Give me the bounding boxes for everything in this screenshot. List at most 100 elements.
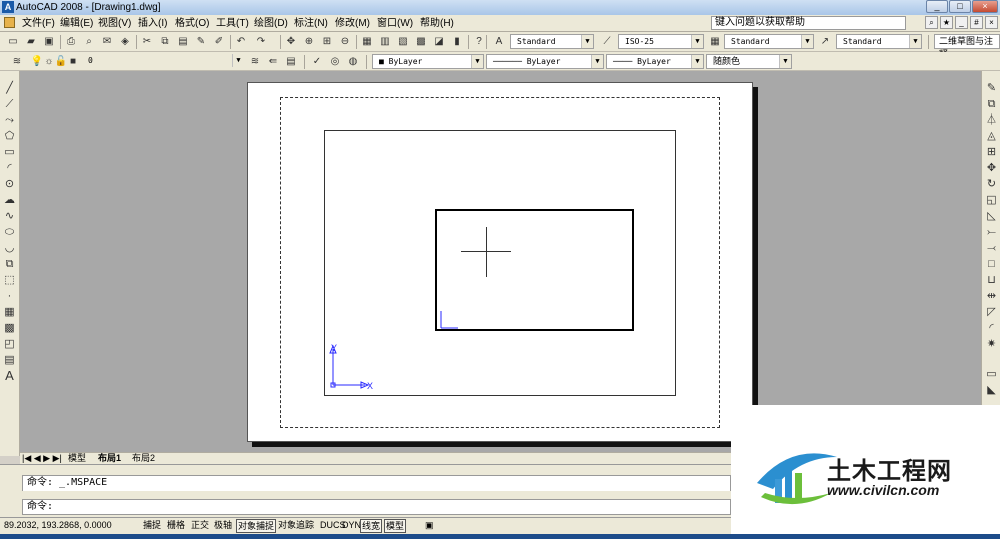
minimize-button[interactable]: _ (926, 0, 948, 13)
plot-icon[interactable]: ⎙ (64, 35, 78, 48)
tab-layout2[interactable]: 布局2 (132, 453, 155, 464)
open-file-icon[interactable]: ▰ (24, 35, 38, 48)
offset-icon[interactable]: ◬ (984, 129, 999, 143)
layer-isolate-icon[interactable]: ◎ (328, 55, 342, 68)
revision-cloud-icon[interactable]: ☁ (2, 193, 17, 207)
maximize-button[interactable]: □ (949, 0, 971, 13)
viewport-icon[interactable]: ▭ (984, 367, 999, 381)
undo-icon[interactable]: ↶ (234, 35, 248, 48)
lineweight-select[interactable]: ──── ByLayer ▼ (606, 54, 704, 69)
help-icon[interactable]: ? (472, 35, 486, 48)
tool-palettes-icon[interactable]: ▧ (396, 35, 410, 48)
zoom-previous-icon[interactable]: ⊖ (338, 35, 352, 48)
dim-style-select[interactable]: ISO-25 ▼ (618, 34, 704, 49)
match-properties-icon[interactable]: ✎ (194, 35, 208, 48)
block-editor-icon[interactable]: ✐ (212, 35, 226, 48)
multiline-text-icon[interactable]: A (2, 369, 17, 383)
menu-insert[interactable]: 插入(I) (138, 17, 167, 30)
mdi-close-button[interactable]: × (985, 16, 998, 29)
ortho-toggle[interactable]: 正交 (190, 519, 210, 533)
text-style-select[interactable]: Standard ▼ (510, 34, 594, 49)
otrack-toggle[interactable]: 对象追踪 (277, 519, 315, 533)
layer-manager-icon[interactable]: ≋ (10, 55, 24, 68)
zoom-realtime-icon[interactable]: ⊕ (302, 35, 316, 48)
color-select[interactable]: ■ ByLayer ▼ (372, 54, 484, 69)
array-icon[interactable]: ⊞ (984, 145, 999, 159)
menu-file[interactable]: 文件(F) (22, 17, 55, 30)
copy-icon[interactable]: ⧉ (158, 35, 172, 48)
hatch-icon[interactable]: ▦ (2, 305, 17, 319)
polyline-icon[interactable]: ⤳ (2, 113, 17, 127)
3d-dwf-icon[interactable]: ◈ (118, 35, 132, 48)
command-input[interactable]: 命令: (22, 499, 731, 515)
match-layer-icon[interactable]: ✓ (310, 55, 324, 68)
paste-icon[interactable]: ▤ (176, 35, 190, 48)
drawing-area[interactable]: Y X (20, 71, 981, 452)
zoom-window-icon[interactable]: ⊞ (320, 35, 334, 48)
menu-modify[interactable]: 修改(M) (335, 17, 370, 30)
scale-icon[interactable]: ◱ (984, 193, 999, 207)
gradient-icon[interactable]: ▩ (2, 321, 17, 335)
snap-toggle[interactable]: 捕捉 (142, 519, 162, 533)
polygon-icon[interactable]: ⬠ (2, 129, 17, 143)
search-icon[interactable]: ⌕ (925, 16, 938, 29)
dyn-toggle[interactable]: DYN (341, 519, 362, 533)
extend-icon[interactable]: ⤙ (984, 241, 999, 255)
drawing-doc-icon[interactable] (4, 17, 15, 28)
menu-window[interactable]: 窗口(W) (377, 17, 413, 30)
copy-object-icon[interactable]: ⧉ (984, 97, 999, 111)
make-block-icon[interactable]: ⬚ (2, 273, 17, 287)
circle-icon[interactable]: ⊙ (2, 177, 17, 191)
mdi-restore-button[interactable]: # (970, 16, 983, 29)
linetype-select[interactable]: ────── ByLayer ▼ (486, 54, 604, 69)
layer-previous-icon[interactable]: ⇚ (266, 55, 280, 68)
join-icon[interactable]: ⇹ (984, 289, 999, 303)
mirror-icon[interactable]: ⏃ (984, 113, 999, 127)
osnap-toggle[interactable]: 对象捕捉 (236, 519, 277, 533)
explode-icon[interactable]: ✷ (984, 337, 999, 351)
rectangle-icon[interactable]: ▭ (2, 145, 17, 159)
grid-toggle[interactable]: 栅格 (166, 519, 186, 533)
erase-icon[interactable]: ✎ (984, 81, 999, 95)
break-icon[interactable]: ⊔ (984, 273, 999, 287)
tab-nav-arrows[interactable]: |◀ ◀ ▶ ▶| (22, 453, 62, 464)
model-paper-toggle[interactable]: 模型 (384, 519, 407, 533)
plot-preview-icon[interactable]: ⌕ (82, 35, 96, 48)
insert-block-icon[interactable]: ⧉ (2, 257, 17, 271)
construction-line-icon[interactable]: ⟋ (2, 97, 17, 111)
table-style-select[interactable]: Standard ▼ (724, 34, 814, 49)
new-file-icon[interactable]: ▭ (6, 35, 20, 48)
menu-tools[interactable]: 工具(T) (216, 17, 249, 30)
calculator-icon[interactable]: ▮ (450, 35, 464, 48)
line-icon[interactable]: ╱ (2, 81, 17, 95)
viewport-active[interactable] (435, 209, 634, 331)
ellipse-icon[interactable]: ⬭ (2, 225, 17, 239)
star-icon[interactable]: ★ (940, 16, 953, 29)
menu-help[interactable]: 帮助(H) (420, 17, 454, 30)
markup-icon[interactable]: ◪ (432, 35, 446, 48)
stretch-icon[interactable]: ◺ (984, 209, 999, 223)
move-icon[interactable]: ✥ (984, 161, 999, 175)
menu-edit[interactable]: 编辑(E) (60, 17, 93, 30)
region-icon[interactable]: ◰ (2, 337, 17, 351)
rotate-icon[interactable]: ↻ (984, 177, 999, 191)
design-center-icon[interactable]: ▥ (378, 35, 392, 48)
make-current-layer-icon[interactable]: ≋ (248, 55, 262, 68)
publish-icon[interactable]: ✉ (100, 35, 114, 48)
break-at-point-icon[interactable]: □ (984, 257, 999, 271)
point-icon[interactable]: · (2, 289, 17, 303)
close-button[interactable]: × (972, 0, 998, 13)
fillet-icon[interactable]: ◜ (984, 321, 999, 335)
redo-icon[interactable]: ↷ (254, 35, 268, 48)
menu-view[interactable]: 视图(V) (98, 17, 131, 30)
save-icon[interactable]: ▣ (42, 35, 56, 48)
clip-icon[interactable]: ◣ (984, 383, 999, 397)
workspace-select[interactable]: 二维草图与注释 (934, 34, 1000, 59)
sheet-set-icon[interactable]: ▩ (414, 35, 428, 48)
pan-icon[interactable]: ✥ (284, 35, 298, 48)
menu-format[interactable]: 格式(O) (175, 17, 209, 30)
ellipse-arc-icon[interactable]: ◡ (2, 241, 17, 255)
menu-dimension[interactable]: 标注(N) (294, 17, 328, 30)
layer-select[interactable]: 0 ▼ (78, 54, 244, 69)
lineweight-toggle[interactable]: 线宽 (360, 519, 383, 533)
